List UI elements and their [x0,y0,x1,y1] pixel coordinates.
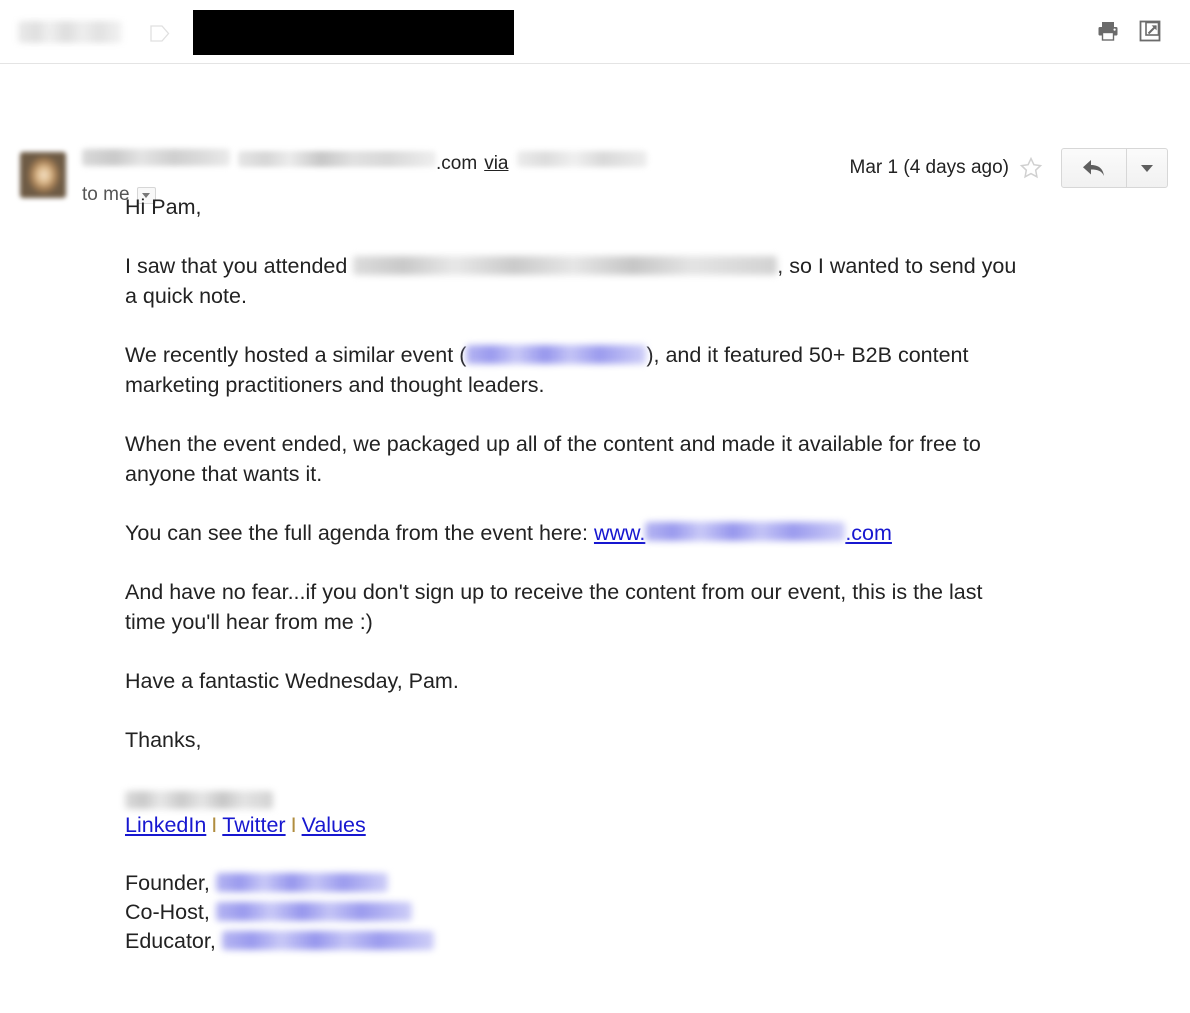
p4-text-before: You can see the full agenda from the eve… [125,521,594,545]
signature-name-line [125,784,1025,810]
role-founder-label: Founder, [125,871,210,895]
via-domain-redacted [517,151,648,167]
agenda-link-redacted [645,521,846,541]
message-date: Mar 1 (4 days ago) [849,157,1009,178]
reply-arrow-icon [1083,160,1104,176]
signature-name-redacted [125,791,273,810]
agenda-link-suffix: .com [845,521,892,545]
link-separator-2: I [290,813,297,837]
paragraph-6: Have a fantastic Wednesday, Pam. [125,669,459,693]
reply-button-group [1061,148,1168,188]
sender-email-domain: .com [436,153,478,174]
message-header: .com via to me Mar 1 (4 days ago) [0,64,1190,205]
role-line-educator: Educator, [125,927,1025,956]
agenda-link[interactable]: www. .com [594,521,892,545]
role-line-cohost: Co-Host, [125,898,1025,927]
agenda-link-prefix: www. [593,521,646,545]
company-3-redacted[interactable] [221,930,434,950]
via-label[interactable]: via [484,153,508,175]
paragraph-1: I saw that you attended , so I wanted to… [125,251,1025,311]
paragraph-3: When the event ended, we packaged up all… [125,432,981,486]
role-educator-label: Educator, [125,929,216,953]
sender-email-redacted [238,151,436,167]
greeting: Hi Pam, [125,195,202,219]
reply-button[interactable] [1062,149,1127,187]
chevron-down-icon [1141,164,1153,172]
more-options-button[interactable] [1127,149,1167,187]
paragraph-4: You can see the full agenda from the eve… [125,518,1025,548]
link-separator-1: I [211,813,218,837]
company-2-redacted[interactable] [215,901,412,921]
signature-links: LinkedIn I Twitter I Values [125,810,1025,840]
sender-name-redacted [82,149,230,166]
open-in-new-window-icon[interactable] [1138,19,1162,43]
p2-text-before: We recently hosted a similar event ( [125,343,467,367]
values-link[interactable]: Values [302,813,366,837]
recipients-label: to me [82,184,130,205]
company-1-redacted[interactable] [215,872,388,892]
linkedin-link[interactable]: LinkedIn [125,813,206,837]
p1-text-before: I saw that you attended [125,254,354,278]
sender-line: .com via [82,149,648,175]
print-icon[interactable] [1096,19,1120,43]
paragraph-5: And have no fear...if you don't sign up … [125,580,983,634]
toolbar [0,0,1190,64]
toolbar-actions [1096,19,1162,43]
twitter-link[interactable]: Twitter [222,813,285,837]
paragraph-2: We recently hosted a similar event (), a… [125,340,1025,400]
mailbox-label-redacted [18,21,122,43]
message-header-actions: Mar 1 (4 days ago) [850,148,1168,188]
paragraph-7: Thanks, [125,728,202,752]
email-body: Hi Pam, I saw that you attended , so I w… [125,192,1025,956]
avatar [20,152,66,198]
event-name-redacted [353,255,778,275]
role-cohost-label: Co-Host, [125,900,210,924]
role-line-founder: Founder, [125,869,1025,898]
summit-link-redacted[interactable] [466,344,647,364]
label-tag-icon[interactable] [150,25,170,42]
star-icon[interactable] [1019,156,1043,180]
subject-redaction-bar [193,10,514,55]
